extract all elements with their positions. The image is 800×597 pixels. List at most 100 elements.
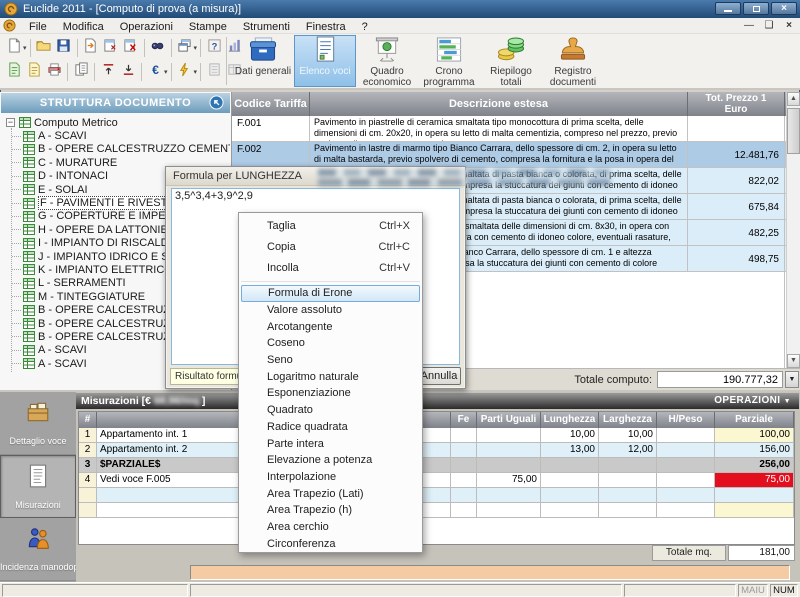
- measurement-row[interactable]: [79, 488, 794, 503]
- menu-item-formula-di-erone[interactable]: Formula di Erone: [241, 285, 420, 302]
- menu-strumenti[interactable]: Strumenti: [235, 21, 298, 33]
- scroll-up-button[interactable]: ▲: [787, 92, 800, 106]
- price-list-row[interactable]: F.002Pavimento in lastre di marmo tipo B…: [232, 142, 800, 168]
- measurement-row[interactable]: 1Appartamento int. 110,0010,00100,00: [79, 428, 794, 443]
- save-button[interactable]: [54, 38, 74, 58]
- open-folder-button[interactable]: [34, 38, 54, 58]
- nav-elenco-voci[interactable]: Elenco voci: [294, 35, 356, 87]
- nav-quadro-economico[interactable]: Quadro economico: [356, 35, 418, 87]
- dropdown-arrow-icon[interactable]: ▾: [164, 68, 168, 76]
- menu-item-area-trapezio-lati-[interactable]: Area Trapezio (Lati): [239, 485, 422, 502]
- menu-item-copia[interactable]: CopiaCtrl+C: [239, 236, 422, 257]
- new-window-button[interactable]: [175, 38, 195, 58]
- menu-item-label: Formula di Erone: [268, 287, 352, 299]
- align-bottom-button[interactable]: [118, 62, 138, 82]
- help-button[interactable]: ?: [204, 38, 224, 58]
- menu-item-interpolazione[interactable]: Interpolazione: [239, 469, 422, 486]
- menu-item-incolla[interactable]: IncollaCtrl+V: [239, 257, 422, 278]
- menu-item-logaritmo-naturale[interactable]: Logaritmo naturale: [239, 368, 422, 385]
- nav-dati-generali[interactable]: Dati generali: [232, 35, 294, 87]
- menu-stampe[interactable]: Stampe: [181, 21, 235, 33]
- menu-item-parte-intera[interactable]: Parte intera: [239, 435, 422, 452]
- nav-misurazioni[interactable]: Misurazioni: [0, 455, 76, 518]
- paste-voice-button[interactable]: [81, 38, 101, 58]
- dropdown-arrow-icon[interactable]: ▾: [194, 44, 198, 52]
- menu-item-quadrato[interactable]: Quadrato: [239, 402, 422, 419]
- copy-pages-button[interactable]: [71, 62, 91, 82]
- menu-item-circonferenza[interactable]: Circonferenza: [239, 535, 422, 552]
- menu-item-radice-quadrata[interactable]: Radice quadrata: [239, 419, 422, 436]
- mis-cell-lun: [541, 458, 599, 473]
- wizard-button[interactable]: [175, 62, 195, 82]
- svg-text:€: €: [152, 63, 159, 77]
- col-tot-prezzo[interactable]: Tot. Prezzo 1 Euro: [688, 92, 785, 116]
- nav-crono-programma[interactable]: Crono programma: [418, 35, 480, 87]
- menu-file[interactable]: File: [21, 21, 55, 33]
- total-dropdown-button[interactable]: ▼: [785, 371, 799, 388]
- measurement-row[interactable]: 4Vedi voce F.00575,0075,00: [79, 473, 794, 488]
- tree-root-computo-metrico[interactable]: −Computo Metrico: [2, 116, 230, 129]
- mis-col-hpeso[interactable]: H/Peso: [657, 412, 715, 428]
- menu-item-area-cerchio[interactable]: Area cerchio: [239, 519, 422, 536]
- scroll-down-button[interactable]: ▼: [787, 354, 800, 368]
- menu-item-taglia[interactable]: TagliaCtrl+X: [239, 215, 422, 236]
- mis-col-fe[interactable]: Fe: [451, 412, 477, 428]
- measurement-row[interactable]: 3$PARZIALE$256,00: [79, 458, 794, 473]
- menu-operazioni[interactable]: Operazioni: [112, 21, 181, 33]
- price-list-row[interactable]: F.001Pavimento in piastrelle di ceramica…: [232, 116, 800, 142]
- menu-item-seno[interactable]: Seno: [239, 352, 422, 369]
- vertical-scrollbar[interactable]: ▲ ▼: [786, 92, 800, 368]
- euro-button[interactable]: €: [145, 62, 165, 82]
- cancel-button[interactable]: Annulla: [417, 367, 461, 385]
- menu-item-elevazione-a-potenza[interactable]: Elevazione a potenza: [239, 452, 422, 469]
- mdi-minimize-icon[interactable]: —: [742, 19, 756, 33]
- menu-item-arcotangente[interactable]: Arcotangente: [239, 318, 422, 335]
- menu-[interactable]: ?: [354, 21, 376, 33]
- nav-button-label: Elenco voci: [299, 67, 350, 78]
- find-button[interactable]: [148, 38, 168, 58]
- new-document-button[interactable]: [4, 38, 24, 58]
- copy-voice-button[interactable]: [101, 38, 121, 58]
- operazioni-menu-button[interactable]: OPERAZIONI ▼: [714, 395, 791, 406]
- collapse-panel-button[interactable]: [209, 95, 224, 110]
- print-button[interactable]: [44, 62, 64, 82]
- menu-item-coseno[interactable]: Coseno: [239, 335, 422, 352]
- sheet-green-button[interactable]: [4, 62, 24, 82]
- mis-col-partiuguali[interactable]: Parti Uguali: [477, 412, 541, 428]
- mis-col-lunghezza[interactable]: Lunghezza: [541, 412, 599, 428]
- scrollbar-thumb[interactable]: [787, 108, 800, 154]
- nav-dettaglio-voce[interactable]: Dettaglio voce: [0, 392, 76, 455]
- align-top-button[interactable]: [98, 62, 118, 82]
- nav-registro-documenti[interactable]: Registro documenti: [542, 35, 604, 87]
- mis-col-larghezza[interactable]: Larghezza: [599, 412, 657, 428]
- nav-riepilogo-totali[interactable]: Riepilogo totali: [480, 35, 542, 87]
- col-codice-tariffa[interactable]: Codice Tariffa: [232, 92, 310, 116]
- tree-item[interactable]: A - SCAVI: [2, 129, 230, 142]
- menu-item-area-trapezio-h-[interactable]: Area Trapezio (h): [239, 502, 422, 519]
- menu-modifica[interactable]: Modifica: [55, 21, 112, 33]
- menu-item-valore-assoluto[interactable]: Valore assoluto: [239, 302, 422, 319]
- mis-col-#[interactable]: #: [79, 412, 97, 428]
- measurement-row[interactable]: [79, 503, 794, 518]
- calc-disabled-button[interactable]: [204, 62, 224, 82]
- mdi-restore-icon[interactable]: ❑: [762, 19, 776, 33]
- mdi-close-icon[interactable]: ×: [782, 19, 796, 33]
- sheet-yellow-button[interactable]: [24, 62, 44, 82]
- minimize-button[interactable]: [715, 2, 741, 15]
- mis-col-parziale[interactable]: Parziale: [715, 412, 794, 428]
- dropdown-arrow-icon[interactable]: ▾: [194, 68, 198, 76]
- tree-item[interactable]: B - OPERE CALCESTRUZZO CEMENTIZ: [2, 143, 230, 156]
- nav-incidenza-manodopera[interactable]: Incidenza manodopera: [0, 518, 76, 581]
- menu-finestra[interactable]: Finestra: [298, 21, 354, 33]
- entry-strip[interactable]: [190, 565, 790, 580]
- measurement-row[interactable]: 2Appartamento int. 213,0012,00156,00: [79, 443, 794, 458]
- delete-voice-button[interactable]: [121, 38, 141, 58]
- mdi-window-controls: — ❑ ×: [742, 19, 796, 33]
- tree-collapse-icon[interactable]: −: [6, 118, 15, 127]
- sheet-icon: [25, 463, 51, 494]
- restore-button[interactable]: [743, 2, 769, 15]
- menu-item-esponenziazione[interactable]: Esponenziazione: [239, 385, 422, 402]
- col-descrizione-estesa[interactable]: Descrizione estesa: [310, 92, 688, 116]
- dropdown-arrow-icon[interactable]: ▾: [23, 44, 27, 52]
- close-button[interactable]: ×: [771, 2, 797, 15]
